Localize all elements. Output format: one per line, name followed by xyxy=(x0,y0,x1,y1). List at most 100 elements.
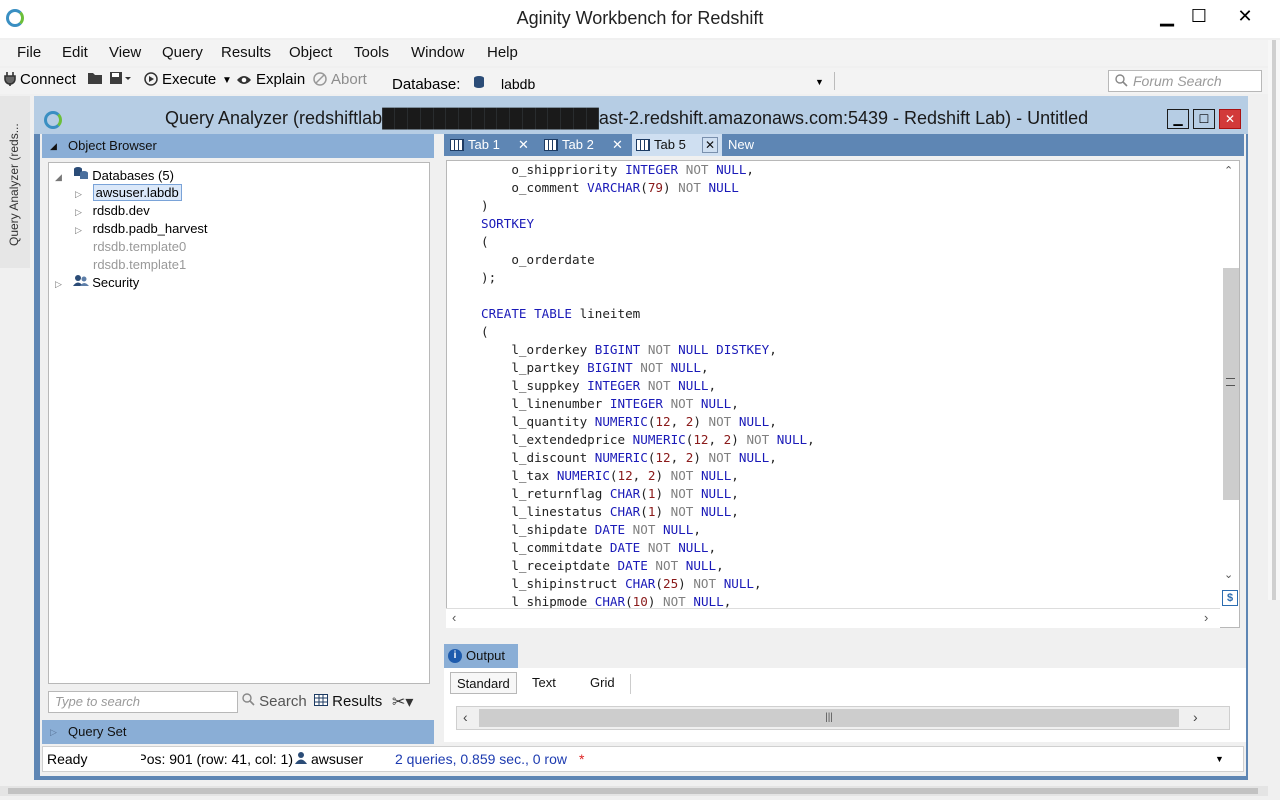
code-line[interactable] xyxy=(481,287,815,305)
output-horizontal-scrollbar[interactable]: ‹ ||| › xyxy=(456,706,1230,730)
close-icon[interactable]: ✕ xyxy=(1230,4,1260,28)
object-browser-header[interactable]: ◢ Object Browser xyxy=(42,134,434,158)
tree-node-rdsdb-dev[interactable]: ▷ rdsdb.dev xyxy=(75,202,150,220)
results-button[interactable]: Results xyxy=(314,693,382,710)
forum-search-input[interactable]: Forum Search xyxy=(1108,70,1262,92)
minimize-icon[interactable]: ▁ xyxy=(1152,4,1182,28)
code-line[interactable]: l_partkey BIGINT NOT NULL, xyxy=(481,359,815,377)
tree-node-awsuser-labdb[interactable]: ▷ awsuser.labdb xyxy=(75,184,182,202)
output-tab-grid[interactable]: Grid xyxy=(584,672,621,694)
scroll-left-icon[interactable]: ‹ xyxy=(463,709,468,725)
tree-node-security[interactable]: ▷ Security xyxy=(55,274,139,292)
execute-dropdown-icon[interactable]: ▼ xyxy=(222,75,232,86)
scroll-thumb[interactable] xyxy=(8,788,1258,794)
tree-node-rdsdb-padb-harvest[interactable]: ▷ rdsdb.padb_harvest xyxy=(75,220,208,238)
query-analyzer-titlebar: Query Analyzer (redshiftlab█████████████… xyxy=(34,96,1248,134)
menu-results[interactable]: Results xyxy=(221,44,271,61)
code-line[interactable]: l_commitdate DATE NOT NULL, xyxy=(481,539,815,557)
status-summary[interactable]: 2 queries, 0.859 sec., 0 row xyxy=(395,747,567,771)
database-select[interactable]: labdb ▼ xyxy=(466,71,828,93)
sql-code[interactable]: o_shippriority INTEGER NOT NULL, o_comme… xyxy=(481,161,815,611)
grid-icon xyxy=(544,139,558,151)
tools-dropdown-icon[interactable]: ✂▾ xyxy=(392,692,413,712)
execute-button[interactable]: Execute xyxy=(144,71,216,90)
code-line[interactable]: l_shipinstruct CHAR(25) NOT NULL, xyxy=(481,575,815,593)
abort-button[interactable]: Abort xyxy=(313,71,367,90)
save-icon[interactable] xyxy=(109,71,131,89)
code-line[interactable]: l_shipdate DATE NOT NULL, xyxy=(481,521,815,539)
code-line[interactable]: l_returnflag CHAR(1) NOT NULL, xyxy=(481,485,815,503)
menu-query[interactable]: Query xyxy=(162,44,203,61)
code-line[interactable]: l_tax NUMERIC(12, 2) NOT NULL, xyxy=(481,467,815,485)
security-label: Security xyxy=(92,275,140,290)
expand-icon: ▷ xyxy=(75,189,82,199)
scroll-thumb[interactable] xyxy=(1223,268,1239,500)
query-set-header[interactable]: ▷ Query Set xyxy=(42,720,434,744)
explain-button[interactable]: Explain xyxy=(236,71,305,90)
code-line[interactable]: o_orderdate xyxy=(481,251,815,269)
code-line[interactable]: ); xyxy=(481,269,815,287)
page-horizontal-scrollbar[interactable] xyxy=(0,786,1268,796)
status-dropdown-icon[interactable]: ▼ xyxy=(1215,747,1224,771)
qa-maximize-icon[interactable]: ☐ xyxy=(1193,109,1215,129)
code-line[interactable]: SORTKEY xyxy=(481,215,815,233)
code-line[interactable]: l_linenumber INTEGER NOT NULL, xyxy=(481,395,815,413)
tab-close-icon[interactable]: ✕ xyxy=(612,134,623,156)
qa-close-icon[interactable]: ✕ xyxy=(1219,109,1241,129)
menu-window[interactable]: Window xyxy=(411,44,464,61)
menu-file[interactable]: File xyxy=(17,44,41,61)
code-line[interactable]: CREATE TABLE lineitem xyxy=(481,305,815,323)
output-tab[interactable]: i Output xyxy=(444,644,518,668)
code-line[interactable]: l_quantity NUMERIC(12, 2) NOT NULL, xyxy=(481,413,815,431)
tab-2[interactable]: Tab 2 xyxy=(540,134,620,156)
menu-view[interactable]: View xyxy=(109,44,141,61)
scroll-up-icon[interactable]: ⌃ xyxy=(1224,164,1233,177)
editor-vertical-scrollbar[interactable]: ⌃ ⌄ xyxy=(1220,160,1240,586)
tab-close-icon[interactable]: ✕ xyxy=(518,134,529,156)
output-tab-standard[interactable]: Standard xyxy=(450,672,517,694)
database-dropdown-icon[interactable]: ▼ xyxy=(815,77,824,87)
code-line[interactable]: ( xyxy=(481,323,815,341)
scroll-right-icon[interactable]: › xyxy=(1193,709,1198,725)
editor-format-icon[interactable]: $ xyxy=(1222,590,1238,606)
code-line[interactable]: l_receiptdate DATE NOT NULL, xyxy=(481,557,815,575)
tree-node-rdsdb-template0[interactable]: rdsdb.template0 xyxy=(93,238,186,256)
open-folder-icon[interactable] xyxy=(87,71,103,89)
object-search-button[interactable]: Search xyxy=(242,693,307,710)
code-line[interactable]: l_extendedprice NUMERIC(12, 2) NOT NULL, xyxy=(481,431,814,449)
qa-minimize-icon[interactable]: ▁ xyxy=(1167,109,1189,129)
statusbar: Ready Pos: 901 (row: 41, col: 1) awsuser… xyxy=(42,746,1244,772)
code-line[interactable]: l_orderkey BIGINT NOT NULL DISTKEY, xyxy=(481,341,815,359)
page-vertical-scrollbar[interactable] xyxy=(1268,40,1280,600)
menu-edit[interactable]: Edit xyxy=(62,44,88,61)
tab-new[interactable]: New xyxy=(706,134,766,156)
scroll-right-icon[interactable]: › xyxy=(1204,610,1208,625)
menu-object[interactable]: Object xyxy=(289,44,332,61)
output-tab-text[interactable]: Text xyxy=(526,672,562,694)
plug-icon xyxy=(4,72,16,90)
sql-editor[interactable]: o_shippriority INTEGER NOT NULL, o_comme… xyxy=(446,160,1240,628)
databases-label: Databases (5) xyxy=(92,168,174,183)
scroll-left-icon[interactable]: ‹ xyxy=(452,610,456,625)
code-line[interactable]: ( xyxy=(481,233,815,251)
code-line[interactable]: o_shippriority INTEGER NOT NULL, xyxy=(481,161,815,179)
menu-tools[interactable]: Tools xyxy=(354,44,389,61)
status-modified: * xyxy=(579,751,585,767)
scroll-thumb[interactable]: ||| xyxy=(479,709,1179,727)
object-search-input[interactable]: Type to search xyxy=(48,691,238,713)
tab-1[interactable]: Tab 1 xyxy=(446,134,526,156)
editor-horizontal-scrollbar[interactable]: ‹ › xyxy=(446,608,1220,628)
code-line[interactable]: ) xyxy=(481,197,815,215)
side-tab-query-analyzer[interactable]: Query Analyzer (reds... xyxy=(0,96,30,268)
scroll-down-icon[interactable]: ⌄ xyxy=(1224,568,1233,581)
maximize-icon[interactable]: ☐ xyxy=(1184,4,1214,28)
code-line[interactable]: l_linestatus CHAR(1) NOT NULL, xyxy=(481,503,815,521)
connect-button[interactable]: Connect xyxy=(4,71,76,90)
tree-node-databases[interactable]: ◢ Databases (5) xyxy=(55,166,174,184)
menu-help[interactable]: Help xyxy=(487,44,518,61)
code-line[interactable]: l_suppkey INTEGER NOT NULL, xyxy=(481,377,815,395)
tree-node-rdsdb-template1[interactable]: rdsdb.template1 xyxy=(93,256,186,274)
code-line[interactable]: o_comment VARCHAR(79) NOT NULL xyxy=(481,179,815,197)
scroll-thumb[interactable] xyxy=(1272,40,1276,600)
code-line[interactable]: l_discount NUMERIC(12, 2) NOT NULL, xyxy=(481,449,815,467)
